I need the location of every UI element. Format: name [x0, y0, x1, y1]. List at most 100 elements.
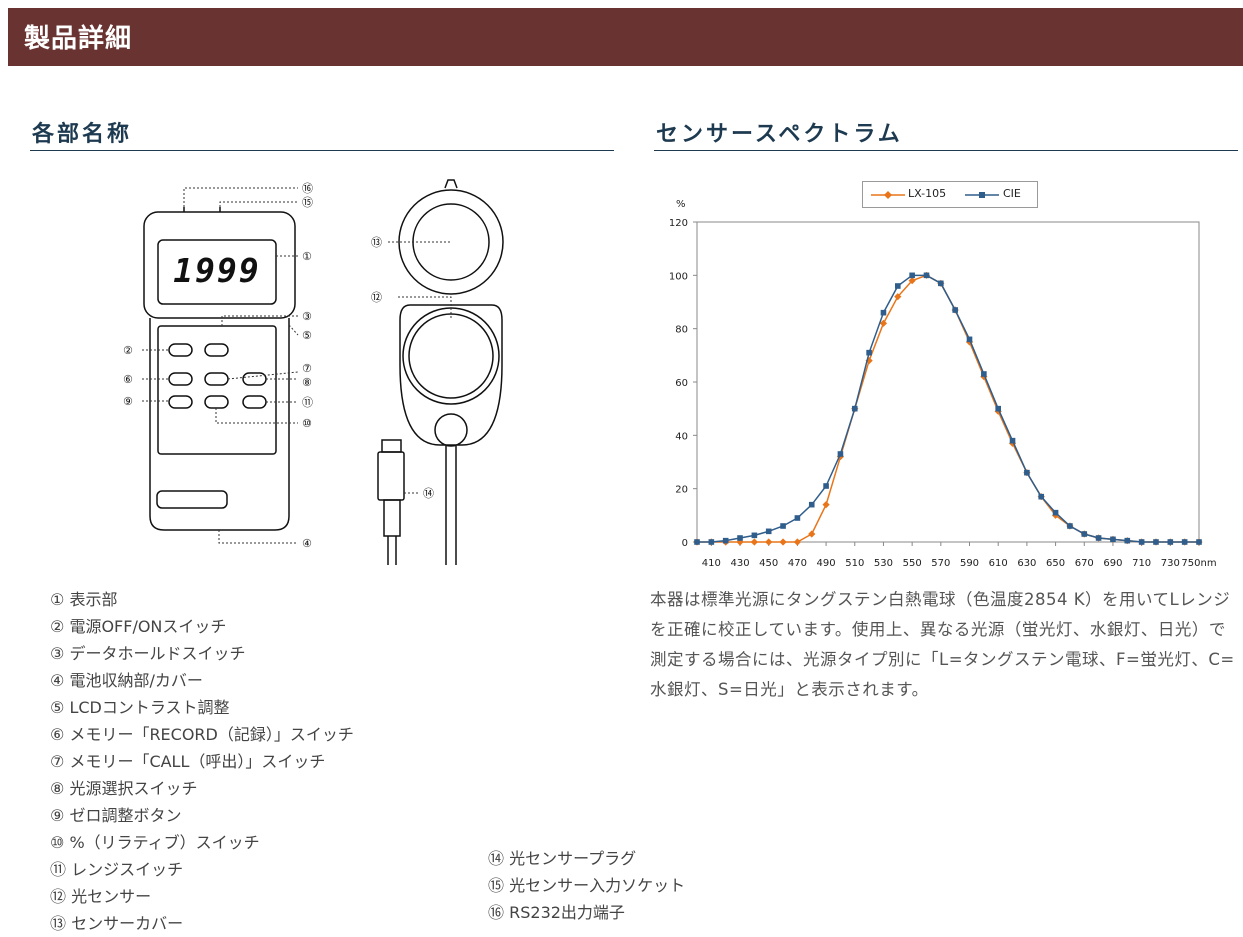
spectrum-description: 本器は標準光源にタングステン白熱電球（色温度2854 K）を用いてLレンジを正確…: [650, 590, 1235, 699]
sensor-cover-tab: [444, 179, 458, 189]
list-item: ⑥ メモリー「RECORD（記録）」スイッチ: [50, 725, 354, 744]
x-tick-label: 470: [788, 558, 807, 569]
list-item: ⑩ %（リラティブ）スイッチ: [50, 833, 260, 852]
x-tick-label: 690: [1103, 558, 1122, 569]
button-panel: [157, 325, 277, 455]
light-source-button: [242, 372, 267, 386]
data-point: [1124, 537, 1131, 544]
data-point: [1024, 469, 1030, 476]
power-button: [168, 343, 193, 357]
data-point: [1167, 539, 1174, 545]
data-point: [780, 523, 786, 529]
data-point: [737, 535, 743, 541]
battery-cover: [156, 490, 228, 509]
svg-text:②: ②: [123, 344, 133, 357]
list-item: ⑮ 光センサー入力ソケット: [488, 876, 686, 895]
sensor-plug-top: [381, 439, 402, 453]
x-tick-label: 450: [759, 558, 778, 569]
zero-button: [168, 395, 193, 409]
data-point: [837, 451, 844, 457]
lcd-reading: 1999: [173, 251, 260, 290]
data-point: [708, 539, 715, 545]
data-point: [923, 272, 930, 279]
y-tick-label: 40: [675, 431, 688, 442]
x-tick-label: 650: [1046, 558, 1065, 569]
data-point: [909, 272, 915, 279]
section-divider: [654, 150, 1238, 151]
svg-text:⑪: ⑪: [302, 396, 313, 409]
data-point: [1081, 531, 1088, 537]
svg-text:④: ④: [302, 537, 312, 550]
list-item: ② 電源OFF/ONスイッチ: [50, 617, 227, 636]
y-tick-label: 60: [675, 378, 688, 389]
data-point: [1138, 539, 1145, 545]
data-point: [938, 280, 944, 287]
x-tick-label: 750nm: [1181, 558, 1216, 569]
svg-text:⑧: ⑧: [302, 376, 312, 389]
light-sensor: [402, 307, 500, 405]
section-title-spectrum: センサースペクトラム: [656, 122, 903, 147]
list-item: ④ 電池収納部/カバー: [50, 671, 203, 690]
page-title: 製品詳細: [24, 24, 133, 54]
data-point: [823, 483, 829, 489]
x-tick-label: 670: [1075, 558, 1094, 569]
list-item: ③ データホールドスイッチ: [50, 644, 246, 663]
legend-label-lx105: LX-105: [908, 187, 947, 200]
record-button: [168, 372, 193, 386]
sensor-knob: [434, 413, 468, 447]
data-point: [880, 309, 887, 316]
svg-text:⑬: ⑬: [371, 236, 382, 249]
spectrum-chart: % 0 20 40 60 80 100 120 410 430 450 470 490 510 530 550…: [669, 199, 1217, 569]
svg-text:⑨: ⑨: [123, 395, 133, 408]
legend-label-cie: CIE: [1003, 187, 1021, 200]
sensor-cover-outer: [398, 189, 504, 295]
x-tick-label: 530: [874, 558, 893, 569]
list-item: ⑫ 光センサー: [50, 887, 152, 906]
svg-text:①: ①: [302, 250, 312, 263]
data-point: [694, 539, 700, 545]
list-item: ⑬ センサーカバー: [50, 914, 184, 933]
svg-text:⑯: ⑯: [302, 182, 313, 195]
list-item: ⑤ LCDコントラスト調整: [50, 698, 230, 717]
x-tick-label: 490: [817, 558, 836, 569]
list-item: ① 表示部: [50, 590, 118, 609]
data-point: [722, 537, 729, 544]
call-button: [204, 372, 229, 386]
svg-text:⑤: ⑤: [302, 329, 312, 342]
data-point: [1095, 535, 1102, 541]
data-point: [751, 532, 758, 539]
data-point: [1196, 539, 1202, 545]
x-tick-label: 590: [960, 558, 979, 569]
data-point: [995, 405, 1001, 412]
list-item: ⑦ メモリー「CALL（呼出）」スイッチ: [50, 752, 326, 771]
svg-text:⑫: ⑫: [371, 291, 382, 304]
y-tick-label: 20: [675, 485, 688, 496]
chart-legend: LX-105 CIE: [862, 181, 1038, 208]
parts-list-continued: ⑭ 光センサープラグ ⑮ 光センサー入力ソケット ⑯ RS232出力端子: [488, 845, 685, 926]
legend-swatch-cie: [965, 192, 999, 198]
section-title-parts: 各部名称: [32, 122, 133, 147]
light-sensor-inner: [408, 313, 494, 399]
data-point: [1181, 539, 1188, 545]
sensor-plug-body: [377, 451, 405, 501]
data-point: [966, 336, 973, 343]
x-tick-label: 730: [1161, 558, 1180, 569]
data-point: [895, 283, 901, 289]
data-point: [794, 515, 801, 521]
meter-body: [149, 318, 290, 531]
hold-button: [204, 343, 229, 357]
svg-text:⑦: ⑦: [302, 362, 312, 375]
relative-button: [204, 395, 229, 409]
x-tick-label: 630: [1017, 558, 1036, 569]
list-item: ⑧ 光源選択スイッチ: [50, 779, 198, 798]
y-tick-label: 100: [669, 271, 688, 282]
data-point: [1052, 509, 1059, 516]
svg-text:⑩: ⑩: [302, 417, 312, 430]
plot-area: [696, 221, 1200, 543]
parts-list: ① 表示部 ② 電源OFF/ONスイッチ ③ データホールドスイッチ ④ 電池収…: [50, 586, 354, 937]
legend-swatch-lx105: [871, 191, 905, 199]
range-button: [242, 395, 267, 409]
list-item: ⑪ レンジスイッチ: [50, 860, 184, 879]
y-tick-label: 80: [675, 325, 688, 336]
data-point: [1067, 523, 1073, 529]
